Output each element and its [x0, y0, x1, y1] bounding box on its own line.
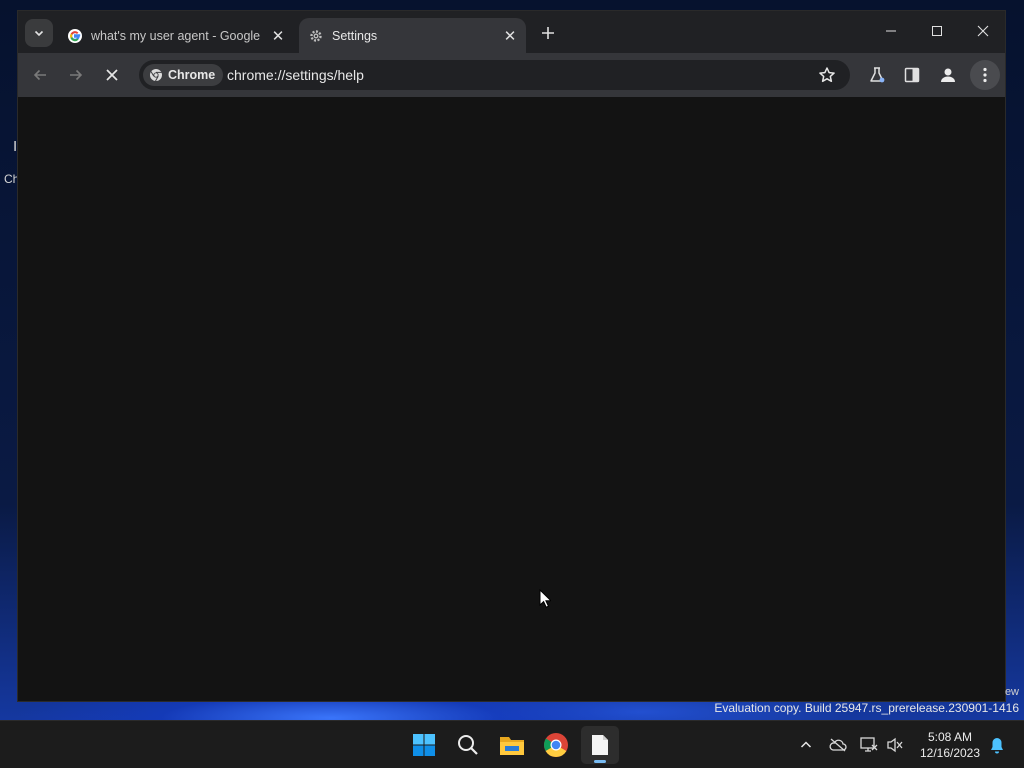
- taskbar: 5:08 AM 12/16/2023: [0, 720, 1024, 768]
- mouse-cursor-icon: [539, 588, 553, 614]
- settings-gear-icon: [308, 28, 324, 44]
- chrome-taskbar-button[interactable]: [537, 726, 575, 764]
- close-icon: [977, 25, 989, 37]
- more-vertical-icon: [983, 67, 987, 83]
- minimize-button[interactable]: [876, 21, 906, 41]
- page-content-loading: [18, 97, 1005, 701]
- system-clock[interactable]: 5:08 AM 12/16/2023: [912, 729, 988, 761]
- network-monitor-icon: [860, 737, 878, 752]
- minimize-icon: [886, 30, 896, 32]
- notepad-icon: [592, 735, 608, 755]
- onedrive-offline-button[interactable]: [828, 735, 848, 755]
- url-text: chrome://settings/help: [227, 67, 364, 83]
- tab-title: Settings: [332, 28, 378, 43]
- clock-time: 5:08 AM: [927, 730, 973, 744]
- back-button[interactable]: [28, 63, 52, 87]
- site-info-chip[interactable]: Chrome: [143, 64, 224, 86]
- speaker-muted-icon: [887, 737, 903, 753]
- chevron-down-icon: [34, 30, 44, 37]
- network-button[interactable]: [859, 735, 879, 755]
- address-bar[interactable]: Chrome chrome://settings/help: [139, 60, 850, 90]
- tab-user-agent[interactable]: what's my user agent - Google ✕: [58, 18, 294, 53]
- file-explorer-icon: [500, 737, 524, 755]
- bell-icon: [991, 737, 1003, 753]
- site-info-label: Chrome: [168, 68, 216, 82]
- forward-button[interactable]: [64, 63, 88, 87]
- active-app-indicator: [594, 760, 606, 763]
- chrome-icon: [544, 733, 568, 758]
- arrow-right-icon: [70, 69, 83, 81]
- maximize-icon: [932, 26, 942, 36]
- show-hidden-icons-button[interactable]: [796, 735, 816, 755]
- volume-button[interactable]: [885, 735, 905, 755]
- taskbar-search-button[interactable]: [449, 726, 487, 764]
- notepad-taskbar-button[interactable]: [581, 726, 619, 764]
- arrow-left-icon: [33, 69, 46, 81]
- flask-icon: [870, 67, 885, 83]
- close-window-button[interactable]: [968, 21, 998, 41]
- bookmark-star-icon[interactable]: [818, 66, 836, 84]
- close-icon[interactable]: ✕: [269, 27, 287, 45]
- tab-title: what's my user agent - Google: [91, 28, 261, 43]
- chevron-up-icon: [800, 741, 812, 748]
- clock-date: 12/16/2023: [919, 746, 981, 760]
- cloud-offline-icon: [829, 738, 847, 752]
- person-icon: [941, 68, 955, 82]
- windows-start-icon: [413, 734, 435, 756]
- maximize-button[interactable]: [922, 21, 952, 41]
- chrome-menu-button[interactable]: [970, 60, 1000, 90]
- stop-loading-button[interactable]: [100, 63, 124, 87]
- labs-button[interactable]: [865, 63, 889, 87]
- google-icon: [67, 28, 83, 44]
- tab-search-button[interactable]: [25, 19, 53, 47]
- notifications-button[interactable]: [987, 735, 1007, 755]
- plus-icon: [542, 27, 554, 39]
- side-panel-button[interactable]: [900, 63, 924, 87]
- chrome-window: what's my user agent - Google ✕ Settings…: [17, 10, 1006, 702]
- search-icon: [458, 735, 478, 755]
- evaluation-watermark: Evaluation copy. Build 25947.rs_prerelea…: [714, 701, 1019, 715]
- side-panel-icon: [904, 67, 920, 83]
- browser-toolbar: Chrome chrome://settings/help: [18, 53, 1005, 97]
- start-button[interactable]: [405, 726, 443, 764]
- chrome-logo-icon: [150, 69, 162, 82]
- file-explorer-button[interactable]: [493, 726, 531, 764]
- profile-button[interactable]: [936, 63, 960, 87]
- stop-icon: [106, 69, 118, 81]
- new-tab-button[interactable]: [538, 23, 558, 43]
- close-icon[interactable]: ✕: [501, 27, 519, 45]
- watermark-fragment: ew: [1004, 686, 1019, 698]
- tab-strip: what's my user agent - Google ✕ Settings…: [18, 11, 1005, 53]
- tab-settings[interactable]: Settings ✕: [299, 18, 526, 53]
